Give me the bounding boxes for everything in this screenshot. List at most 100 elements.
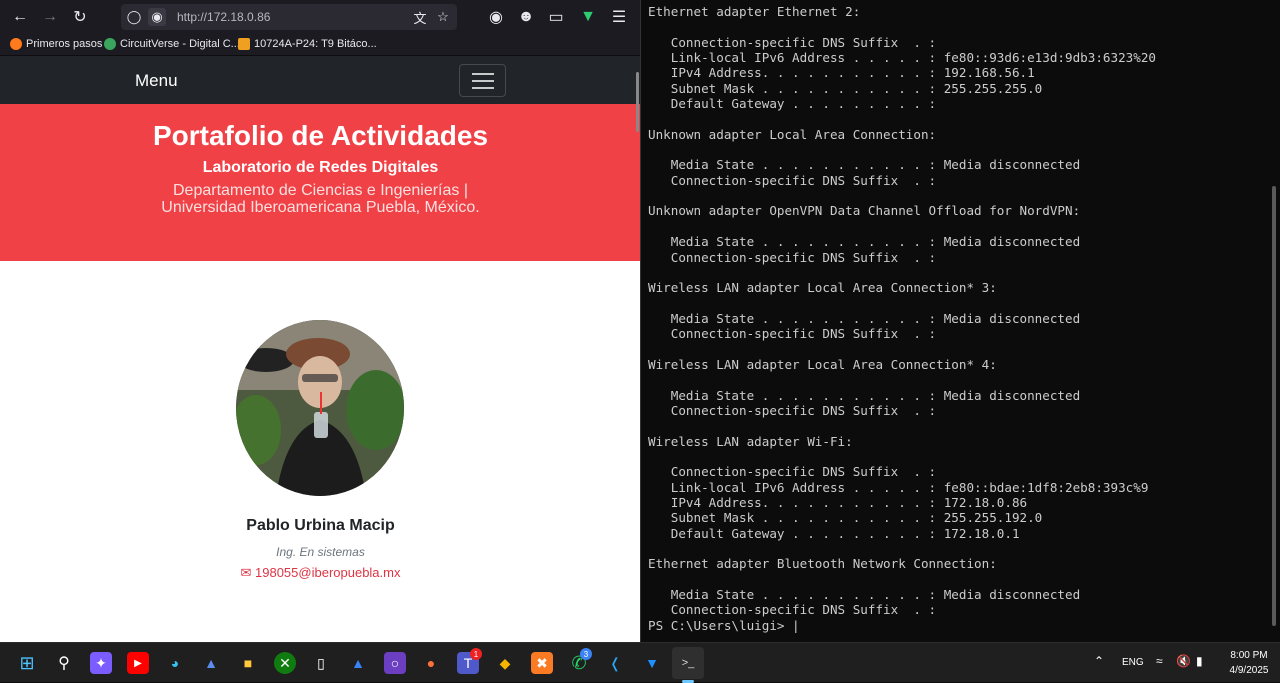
profile-email-link[interactable]: ✉ 198055@iberopuebla.mx <box>0 565 640 581</box>
department-text: Departamento de Ciencias e Ingenierías |… <box>0 182 640 216</box>
terminal-line: Media State . . . . . . . . . . . : Medi… <box>648 387 1081 403</box>
git-app-icon[interactable]: ◆ <box>494 652 516 674</box>
file-explorer-icon[interactable]: ■ <box>237 652 259 674</box>
profile-photo <box>236 320 404 496</box>
xbox-icon[interactable]: ✕ <box>274 652 296 674</box>
terminal-line: IPv4 Address. . . . . . . . . . . : 172.… <box>648 495 1028 510</box>
terminal-line: PS C:\Users\luigi> | <box>648 617 800 633</box>
xampp-icon[interactable]: ✖ <box>531 652 553 674</box>
nordvpn-icon[interactable]: ▲ <box>347 652 369 674</box>
battery-icon[interactable]: ▮ <box>1196 654 1203 668</box>
terminal-line: Ethernet adapter Bluetooth Network Conne… <box>648 556 997 572</box>
terminal-window[interactable]: Ethernet adapter Ethernet 2: Connection-… <box>642 0 1280 642</box>
terminal-scrollbar[interactable] <box>1272 186 1276 626</box>
navbar-brand[interactable]: Menu <box>135 71 178 91</box>
clock-date[interactable]: 4/9/2025 <box>1225 665 1273 676</box>
terminal-line: Connection-specific DNS Suffix . : <box>648 172 937 188</box>
terminal-line: Connection-specific DNS Suffix . : <box>648 249 937 265</box>
lock-icon[interactable]: ◉ <box>148 8 166 26</box>
terminal-line: Wireless LAN adapter Local Area Connecti… <box>648 280 997 296</box>
browser-toolbar: ← → ↻ ◯ ◉ http://172.18.0.86 文 ☆ ◉ ☻ ▭ ▼… <box>0 0 640 34</box>
back-arrow-icon[interactable]: ← <box>8 5 32 29</box>
reload-icon[interactable]: ↻ <box>68 5 92 29</box>
page-scrollbar[interactable] <box>636 72 639 132</box>
firefox-taskbar-icon[interactable]: ● <box>420 652 442 674</box>
terminal-line: Default Gateway . . . . . . . . . : 172.… <box>648 525 1020 541</box>
terminal-line: Media State . . . . . . . . . . . : Medi… <box>648 587 1081 603</box>
page-title: Portafolio de Actividades <box>152 120 489 151</box>
vpn-shield-icon[interactable]: ▼ <box>576 5 600 29</box>
terminal-line: Media State . . . . . . . . . . . : Medi… <box>648 310 1081 326</box>
windows-taskbar: ⊞ ⚲ ✦ ▶ ◕ ▲ ■ ✕ ▯ ▲ ○ ● T 1 ◆ ✖ ✆ 3 ❬ ▼ … <box>0 642 1280 683</box>
youtube-icon[interactable]: ▶ <box>127 652 149 674</box>
vscode-icon[interactable]: ❬ <box>604 652 626 674</box>
url-text[interactable]: http://172.18.0.86 <box>177 10 270 24</box>
terminal-line: Link-local IPv6 Address . . . . . : fe80… <box>648 479 1149 495</box>
terminal-line: Link-local IPv6 Address . . . . . : fe80… <box>648 50 1156 66</box>
shield-icon[interactable]: ◯ <box>125 8 143 26</box>
pocket-icon[interactable]: ◉ <box>484 5 508 29</box>
hamburger-menu-icon[interactable]: ☰ <box>607 5 631 29</box>
department-line: Departamento de Ciencias e Ingenierías | <box>173 182 468 199</box>
page-subtitle: Laboratorio de Redes Digitales <box>202 159 439 176</box>
hero-header: Portafolio de Actividades Laboratorio de… <box>0 104 640 261</box>
terminal-output: Ethernet adapter Ethernet 2: Connection-… <box>648 4 1156 633</box>
app-icon[interactable]: ○ <box>384 652 406 674</box>
language-indicator[interactable]: ENG <box>1122 657 1144 668</box>
bookmark-label: Primeros pasos <box>26 38 103 50</box>
forward-arrow-icon[interactable]: → <box>38 5 62 29</box>
profile-name: Pablo Urbina Macip <box>246 517 395 534</box>
hamburger-line <box>472 87 494 89</box>
chevron-up-icon[interactable]: ⌃ <box>1094 654 1104 668</box>
terminal-line: Media State . . . . . . . . . . . : Medi… <box>648 157 1081 173</box>
terminal-icon[interactable]: >_ <box>677 652 699 674</box>
profile-section: Pablo Urbina Macip Ing. En sistemas ✉ 19… <box>0 261 640 642</box>
search-icon[interactable]: ⚲ <box>53 652 75 674</box>
bookmarks-bar: Primeros pasos CircuitVerse - Digital C.… <box>0 34 640 56</box>
terminal-line: Wireless LAN adapter Local Area Connecti… <box>648 356 997 372</box>
terminal-line: Subnet Mask . . . . . . . . . . . : 255.… <box>648 80 1043 96</box>
extensions-icon[interactable]: ▭ <box>544 5 568 29</box>
terminal-line: Unknown adapter Local Area Connection: <box>648 126 937 142</box>
edge-icon[interactable]: ◕ <box>164 652 186 674</box>
navbar-toggler-button[interactable] <box>459 64 506 97</box>
profile-photo-art <box>236 320 404 496</box>
url-bar[interactable]: ◯ ◉ http://172.18.0.86 文 ☆ <box>121 4 457 30</box>
notepad-icon[interactable]: ▯ <box>310 652 332 674</box>
bookmark-label: CircuitVerse - Digital C... <box>120 38 240 50</box>
teams-badge: 1 <box>470 648 482 660</box>
copilot-icon[interactable]: ✦ <box>90 652 112 674</box>
clock-time[interactable]: 8:00 PM <box>1225 650 1273 661</box>
windows-start-icon[interactable]: ⊞ <box>16 652 38 674</box>
bookmark-label: 10724A-P24: T9 Bitáco... <box>254 38 377 50</box>
terminal-line: Subnet Mask . . . . . . . . . . . : 255.… <box>648 510 1043 526</box>
bookmark-bitacora[interactable]: 10724A-P24: T9 Bitáco... <box>238 38 377 50</box>
whatsapp-badge: 3 <box>580 648 592 660</box>
translate-icon[interactable]: 文 <box>411 8 429 26</box>
terminal-line: Connection-specific DNS Suffix . : <box>648 464 937 480</box>
widget-app-icon[interactable]: ▲ <box>200 652 222 674</box>
account-icon[interactable]: ☻ <box>514 5 538 29</box>
bookmark-circuitverse[interactable]: CircuitVerse - Digital C... <box>104 38 240 50</box>
hamburger-line <box>472 80 494 82</box>
bookmark-primeros-pasos[interactable]: Primeros pasos <box>10 38 102 50</box>
volume-muted-icon[interactable]: 🔇 <box>1176 654 1191 668</box>
terminal-line: Wireless LAN adapter Wi-Fi: <box>648 433 853 449</box>
browser-window: ← → ↻ ◯ ◉ http://172.18.0.86 文 ☆ ◉ ☻ ▭ ▼… <box>0 0 641 642</box>
envelope-icon: ✉ <box>240 565 256 580</box>
defender-shield-icon[interactable]: ▼ <box>641 652 663 674</box>
wifi-icon[interactable]: ≈ <box>1156 654 1163 668</box>
bookmark-star-icon[interactable]: ☆ <box>434 8 452 26</box>
email-text[interactable]: 198055@iberopuebla.mx <box>255 565 400 580</box>
